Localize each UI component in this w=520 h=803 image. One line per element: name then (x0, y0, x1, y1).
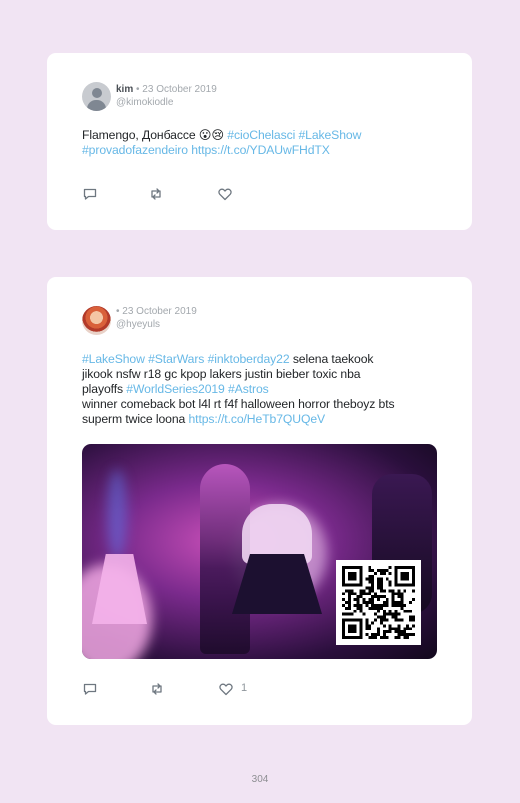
tweet-meta: kim • 23 October 2019 @kimokiodle (116, 83, 217, 109)
tweet-card: • 23 October 2019 @hyeyuls #LakeShow #St… (47, 277, 472, 725)
hashtags[interactable]: #WorldSeries2019 #Astros (126, 382, 268, 396)
page-number: 304 (251, 774, 269, 785)
tweet-text-plain: jikook nsfw r18 gc kpop lakers justin bi… (82, 367, 361, 381)
tweet-link[interactable]: https://t.co/HeTb7QUQeV (189, 412, 326, 426)
avatar[interactable] (82, 82, 111, 111)
like-icon[interactable] (217, 186, 233, 202)
tweet-media-image[interactable] (82, 444, 437, 659)
tweet-actions: 1 (82, 681, 282, 697)
tweet-text: #LakeShow #StarWars #inktoberday22 selen… (82, 352, 452, 427)
tweet-text-plain: superm twice loona (82, 412, 189, 426)
tweet-text-plain: Flamengo, Донбассе 😮😢 (82, 128, 228, 142)
tweet-actions (82, 186, 282, 202)
hashtags[interactable]: #LakeShow #StarWars #inktoberday22 (82, 352, 290, 366)
tweet-date: • 23 October 2019 (116, 306, 197, 317)
reply-icon[interactable] (82, 186, 98, 202)
qr-code (336, 560, 421, 645)
reply-icon[interactable] (82, 681, 98, 697)
tweet-text-plain: selena taekook (289, 352, 374, 366)
retweet-icon[interactable] (149, 681, 165, 697)
hashtags[interactable]: #provadofazendeiro (82, 143, 191, 157)
author-handle[interactable]: @kimokiodle (116, 96, 217, 109)
tweet-text-plain: winner comeback bot l4l rt f4f halloween… (82, 397, 395, 411)
hashtags[interactable]: #cioChelasci #LakeShow (227, 128, 361, 142)
like-count: 1 (241, 682, 248, 694)
tweet-date: • 23 October 2019 (136, 84, 217, 95)
author-handle[interactable]: @hyeyuls (116, 318, 197, 331)
tweet-link[interactable]: https://t.co/YDAUwFHdTX (191, 143, 330, 157)
like-icon[interactable] (218, 681, 234, 697)
author-name[interactable]: kim (116, 84, 133, 95)
stage-light (107, 469, 127, 559)
retweet-icon[interactable] (148, 186, 164, 202)
tweet-text: Flamengo, Донбассе 😮😢 #cioChelasci #Lake… (82, 128, 442, 158)
avatar[interactable] (82, 306, 111, 335)
tweet-card: kim • 23 October 2019 @kimokiodle Flamen… (47, 53, 472, 230)
tweet-text-plain: playoffs (82, 382, 127, 396)
tweet-meta: • 23 October 2019 @hyeyuls (116, 305, 197, 331)
